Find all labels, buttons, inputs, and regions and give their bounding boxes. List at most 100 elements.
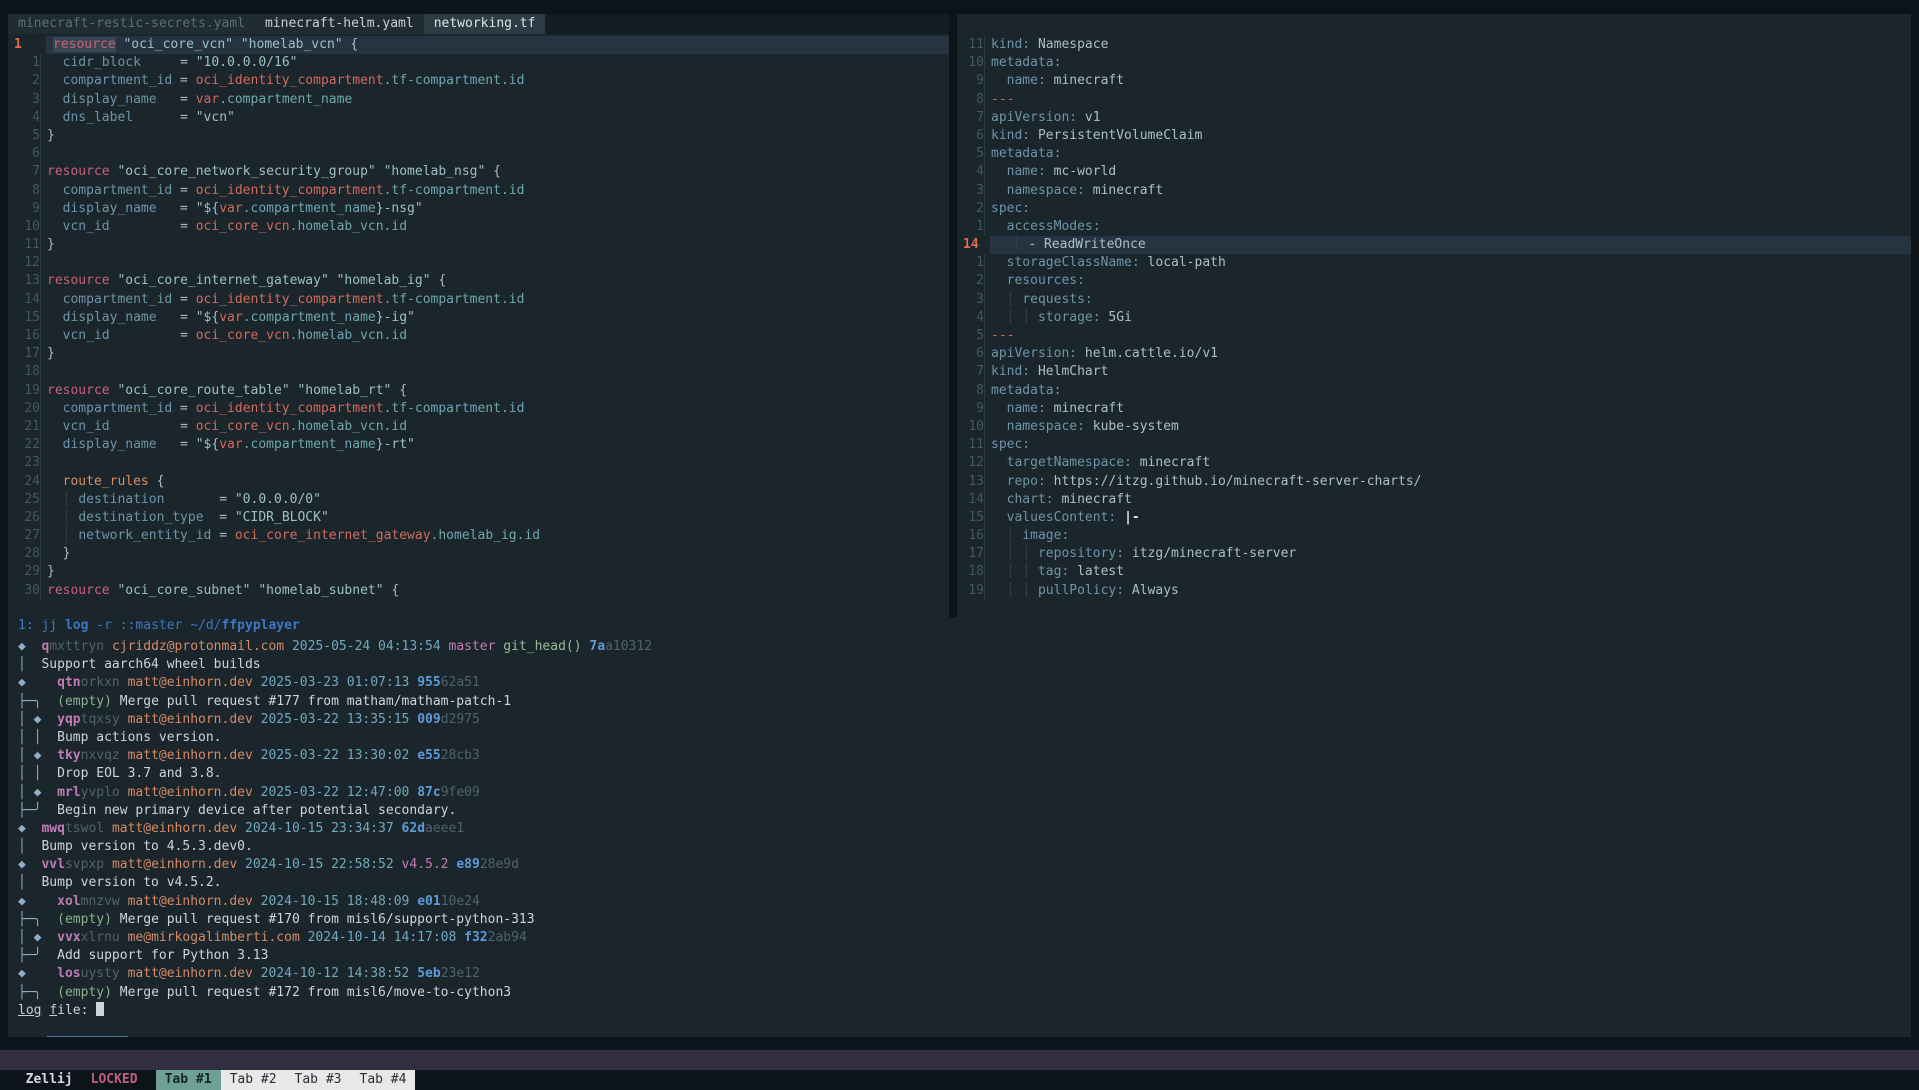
log-line[interactable]: ├─╮ (empty) Merge pull request #170 from… xyxy=(8,911,1911,929)
log-line[interactable]: │ ◆ yqptqxsy matt@einhorn.dev 2025-03-22… xyxy=(8,711,1911,729)
code-line[interactable]: 4 name: mc-world xyxy=(957,163,1911,181)
code-line[interactable]: 27 │ network_entity_id = oci_core_intern… xyxy=(8,527,949,545)
code-line[interactable]: 28 } xyxy=(8,545,949,563)
log-line[interactable]: │ ◆ vvxxlrnu me@mirkogalimberti.com 2024… xyxy=(8,929,1911,947)
code-line[interactable]: 11spec: xyxy=(957,436,1911,454)
log-segment: 62d xyxy=(402,821,425,836)
code-line[interactable]: 15 display_name = "${var.compartment_nam… xyxy=(8,309,949,327)
code-line[interactable]: 9 display_name = "${var.compartment_name… xyxy=(8,200,949,218)
code-line[interactable]: 2 compartment_id = oci_identity_compartm… xyxy=(8,72,949,90)
log-line[interactable]: ├─╮ (empty) Merge pull request #177 from… xyxy=(8,693,1911,711)
code-line[interactable]: 7resource "oci_core_network_security_gro… xyxy=(8,163,949,181)
code-line[interactable]: 9 name: minecraft xyxy=(957,72,1911,90)
log-line[interactable]: │ Bump version to v4.5.2. xyxy=(8,874,1911,892)
buffer-tab-networking.tf[interactable]: networking.tf xyxy=(424,14,546,34)
code-line[interactable]: 3 │ requests: xyxy=(957,291,1911,309)
code-line[interactable]: 10metadata: xyxy=(957,54,1911,72)
code-line[interactable]: 5--- xyxy=(957,327,1911,345)
code-line[interactable]: 1resource "oci_core_vcn" "homelab_vcn" { xyxy=(8,36,949,54)
code-line[interactable]: 3 namespace: minecraft xyxy=(957,182,1911,200)
log-line[interactable]: │ ◆ tkynxvqz matt@einhorn.dev 2025-03-22… xyxy=(8,747,1911,765)
code-line[interactable]: 6apiVersion: helm.cattle.io/v1 xyxy=(957,345,1911,363)
zellij-tab-2[interactable]: Tab #2 xyxy=(221,1070,286,1090)
code-line[interactable]: 9 name: minecraft xyxy=(957,400,1911,418)
zellij-tab-4[interactable]: Tab #4 xyxy=(351,1070,416,1090)
code-line[interactable]: 5} xyxy=(8,127,949,145)
code-line[interactable]: 25 │ destination = "0.0.0.0/0" xyxy=(8,491,949,509)
zellij-tab-1[interactable]: Tab #1 xyxy=(156,1070,221,1090)
code-line[interactable]: 11kind: Namespace xyxy=(957,36,1911,54)
code-line[interactable]: 30resource "oci_core_subnet" "homelab_su… xyxy=(8,582,949,600)
code-line[interactable]: 10 vcn_id = oci_core_vcn.homelab_vcn.id xyxy=(8,218,949,236)
code-line[interactable]: 22 display_name = "${var.compartment_nam… xyxy=(8,436,949,454)
log-line[interactable]: ├─╯ Add support for Python 3.13 xyxy=(8,947,1911,965)
line-number: 19 xyxy=(957,582,984,600)
zellij-tab-3[interactable]: Tab #3 xyxy=(286,1070,351,1090)
code-line[interactable]: 18 │ │ tag: latest xyxy=(957,563,1911,581)
code-line[interactable]: 26 │ destination_type = "CIDR_BLOCK" xyxy=(8,509,949,527)
code-line[interactable]: 4 │ │ storage: 5Gi xyxy=(957,309,1911,327)
code-area-right[interactable]: 11kind: Namespace10metadata:9 name: mine… xyxy=(957,36,1911,600)
log-segment: e01 xyxy=(417,894,440,909)
code-line[interactable]: 14 compartment_id = oci_identity_compart… xyxy=(8,291,949,309)
buffer-tab-minecraft-helm.yaml[interactable]: minecraft-helm.yaml xyxy=(255,14,424,34)
code-line[interactable]: 18 xyxy=(8,363,949,381)
code-line[interactable]: 3 display_name = var.compartment_name xyxy=(8,91,949,109)
code-line[interactable]: 16 vcn_id = oci_core_vcn.homelab_vcn.id xyxy=(8,327,949,345)
log-line[interactable]: │ │ Bump actions version. xyxy=(8,729,1911,747)
code-line[interactable]: 14 │ - ReadWriteOnce xyxy=(957,236,1911,254)
code-line[interactable]: 14 chart: minecraft xyxy=(957,491,1911,509)
code-line[interactable]: 4 dns_label = "vcn" xyxy=(8,109,949,127)
editor-pane-left[interactable]: minecraft-restic-secrets.yamlminecraft-h… xyxy=(8,14,949,617)
code-line[interactable]: 11} xyxy=(8,236,949,254)
code-line[interactable]: 16 │ image: xyxy=(957,527,1911,545)
code-line[interactable]: 13resource "oci_core_internet_gateway" "… xyxy=(8,272,949,290)
log-line[interactable]: ├─╯ Begin new primary device after poten… xyxy=(8,802,1911,820)
code-line[interactable]: 7apiVersion: v1 xyxy=(957,109,1911,127)
code-line[interactable]: 6kind: PersistentVolumeClaim xyxy=(957,127,1911,145)
code-line[interactable]: 12 xyxy=(8,254,949,272)
code-line[interactable]: 10 namespace: kube-system xyxy=(957,418,1911,436)
editor-pane-right[interactable]: 11kind: Namespace10metadata:9 name: mine… xyxy=(957,14,1911,617)
code-line[interactable]: 8metadata: xyxy=(957,382,1911,400)
code-line[interactable]: 23 xyxy=(8,454,949,472)
code-line[interactable]: 6 xyxy=(8,145,949,163)
code-line[interactable]: 12 targetNamespace: minecraft xyxy=(957,454,1911,472)
code-line[interactable]: 19 │ │ pullPolicy: Always xyxy=(957,582,1911,600)
code-line[interactable]: 13 repo: https://itzg.github.io/minecraf… xyxy=(957,473,1911,491)
log-line[interactable]: │ Support aarch64 wheel builds xyxy=(8,656,1911,674)
code-line[interactable]: 1 cidr_block = "10.0.0.0/16" xyxy=(8,54,949,72)
code-line[interactable]: 15 valuesContent: |- xyxy=(957,509,1911,527)
log-line[interactable]: │ ◆ mrlyvplo matt@einhorn.dev 2025-03-22… xyxy=(8,784,1911,802)
code-line[interactable]: 2spec: xyxy=(957,200,1911,218)
log-line[interactable]: │ │ Drop EOL 3.7 and 3.8. xyxy=(8,765,1911,783)
code-line[interactable]: 8--- xyxy=(957,91,1911,109)
code-line[interactable]: 8 compartment_id = oci_identity_compartm… xyxy=(8,182,949,200)
code-segment xyxy=(991,310,1007,325)
code-line[interactable]: 20 compartment_id = oci_identity_compart… xyxy=(8,400,949,418)
code-line[interactable]: 1 storageClassName: local-path xyxy=(957,254,1911,272)
code-line[interactable]: 7kind: HelmChart xyxy=(957,363,1911,381)
log-line[interactable]: ◆ mwqtswol matt@einhorn.dev 2024-10-15 2… xyxy=(8,820,1911,838)
terminal-pane[interactable]: 1: jj log -r ::master ~/d/ffpyplayer ◆ q… xyxy=(8,617,1911,1037)
log-segment: matt@einhorn.dev xyxy=(128,785,253,800)
log-line[interactable]: ├─╮ (empty) Merge pull request #172 from… xyxy=(8,984,1911,1002)
code-line[interactable]: 29} xyxy=(8,563,949,581)
code-line[interactable]: 17 │ │ repository: itzg/minecraft-server xyxy=(957,545,1911,563)
code-line[interactable]: 19resource "oci_core_route_table" "homel… xyxy=(8,382,949,400)
code-segment: = xyxy=(204,510,235,525)
code-line[interactable]: 21 vcn_id = oci_core_vcn.homelab_vcn.id xyxy=(8,418,949,436)
log-line[interactable]: ◆ qmxttryn cjriddz@protonmail.com 2025-0… xyxy=(8,638,1911,656)
code-line[interactable]: 2 resources: xyxy=(957,272,1911,290)
code-line[interactable]: 24 route_rules { xyxy=(8,473,949,491)
log-line[interactable]: ◆ xolmnzvw matt@einhorn.dev 2024-10-15 1… xyxy=(8,893,1911,911)
buffer-tab-minecraft-restic-secrets.yaml[interactable]: minecraft-restic-secrets.yaml xyxy=(8,14,255,34)
log-line[interactable]: ◆ qtnorkxn matt@einhorn.dev 2025-03-23 0… xyxy=(8,674,1911,692)
code-line[interactable]: 5metadata: xyxy=(957,145,1911,163)
code-area-left[interactable]: 1resource "oci_core_vcn" "homelab_vcn" {… xyxy=(8,36,949,600)
log-line[interactable]: ◆ losuysty matt@einhorn.dev 2024-10-12 1… xyxy=(8,965,1911,983)
log-line[interactable]: ◆ vvlsvpxp matt@einhorn.dev 2024-10-15 2… xyxy=(8,856,1911,874)
log-line[interactable]: │ Bump version to 4.5.3.dev0. xyxy=(8,838,1911,856)
code-line[interactable]: 17} xyxy=(8,345,949,363)
code-line[interactable]: 1 accessModes: xyxy=(957,218,1911,236)
